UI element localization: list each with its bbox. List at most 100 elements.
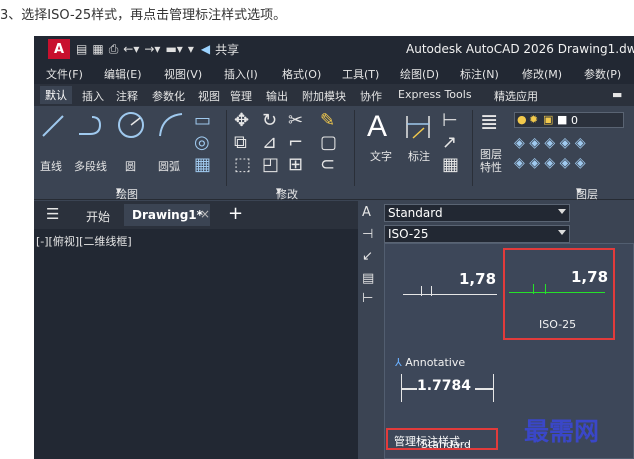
tab-view[interactable]: 视图 — [198, 88, 220, 104]
offset-tool-icon[interactable]: ⊂ — [320, 156, 335, 174]
undo-icon[interactable]: ←▾ — [123, 42, 139, 56]
circle-tool-icon[interactable] — [116, 110, 146, 140]
rectangle-tool-icon[interactable]: ▭ — [194, 112, 211, 130]
tab-featured-apps[interactable]: 精选应用 — [494, 88, 538, 104]
tab-drawing1-label[interactable]: Drawing1* — [132, 208, 203, 222]
menu-draw[interactable]: 绘图(D) — [400, 66, 439, 82]
menu-hamburger-icon[interactable]: ☰ — [46, 205, 59, 223]
tab-annotate[interactable]: 注释 — [116, 88, 138, 104]
dim-style-iso25[interactable]: 1,78 ISO-25 — [503, 248, 615, 340]
array-tool-icon[interactable]: ⊞ — [288, 156, 303, 174]
trim-tool-icon[interactable]: ✂ — [288, 112, 303, 130]
rotate-tool-icon[interactable]: ↻ — [262, 112, 277, 130]
dim-style-name: ⅄ Annotative — [395, 356, 466, 369]
menu-modify[interactable]: 修改(M) — [522, 66, 562, 82]
tab-start[interactable]: 开始 — [86, 208, 110, 225]
share-icon[interactable]: ◀ — [201, 42, 210, 56]
redo-icon[interactable]: →▾ — [144, 42, 160, 56]
circle-tool-label[interactable]: 圆 — [125, 158, 136, 174]
ribbon-group-labels: 绘图 ▾ 修改 ▾ 图层 ▾ — [34, 182, 634, 201]
copy-tool-icon[interactable]: ⧉ — [234, 134, 247, 152]
leader-icon[interactable]: ↗ — [442, 134, 457, 152]
menu-format[interactable]: 格式(O) — [282, 66, 321, 82]
text-tool-label[interactable]: 文字 — [370, 148, 392, 164]
multileader-style-icon[interactable]: ↙ — [362, 249, 373, 264]
drawing-canvas[interactable]: [-][俯视][二维线框] — [34, 229, 358, 459]
menu-edit[interactable]: 编辑(E) — [104, 66, 142, 82]
table-icon[interactable]: ▦ — [442, 156, 459, 174]
color-swatch-icon: ■ — [557, 113, 568, 126]
move-tool-icon[interactable]: ✥ — [234, 112, 249, 130]
hatch-tool-icon[interactable]: ◎ — [194, 134, 210, 152]
text-style-dropdown[interactable]: Standard — [384, 204, 570, 222]
menu-file[interactable]: 文件(F) — [46, 66, 83, 82]
title-bar: A ▤ ▦ ⎙ ←▾ →▾ ▬▾ ▾ ◀ 共享 Autodesk AutoCAD… — [34, 36, 634, 62]
explode-tool-icon[interactable]: ▢ — [320, 134, 337, 152]
arc-tool-icon[interactable] — [156, 110, 186, 140]
group-layer-label[interactable]: 图层 ▾ — [576, 184, 598, 201]
text-style-icon[interactable]: A — [362, 205, 371, 220]
dim-style-row: ISO-25 — [382, 224, 634, 244]
quick-access-toolbar: ▤ ▦ ⎙ ←▾ →▾ ▬▾ ▾ ◀ 共享 — [76, 41, 239, 58]
text-tool-icon[interactable]: A — [367, 110, 387, 144]
menu-dimension[interactable]: 标注(N) — [460, 66, 499, 82]
tab-manage[interactable]: 管理 — [230, 88, 252, 104]
dim-style-annotative[interactable]: 1,78 ⅄ Annotative — [391, 250, 499, 370]
folder-icon[interactable]: ▬▾ — [165, 42, 182, 56]
polyline-tool-icon[interactable] — [76, 112, 106, 140]
save-icon[interactable]: ▦ — [92, 42, 103, 56]
dim-style-icon[interactable]: ⊣ — [362, 227, 373, 242]
table-tool-icon[interactable]: ▦ — [194, 156, 211, 174]
stretch-tool-icon[interactable]: ⬚ — [234, 156, 251, 174]
polyline-tool-label[interactable]: 多段线 — [74, 158, 107, 174]
print-icon[interactable]: ⎙ — [109, 42, 119, 57]
menu-parametric[interactable]: 参数(P) — [584, 66, 621, 82]
dim-style-dropdown[interactable]: ISO-25 — [384, 225, 570, 243]
menu-tools[interactable]: 工具(T) — [342, 66, 379, 82]
instruction-caption: 3、选择ISO-25样式，再点击管理标注样式选项。 — [0, 8, 287, 23]
annotative-icon: ⅄ — [395, 356, 402, 369]
viewport-label[interactable]: [-][俯视][二维线框] — [36, 233, 132, 249]
manage-dim-styles-button[interactable]: 管理标注样式... — [386, 428, 498, 450]
document-tabs: ☰ 开始 Drawing1* × + — [34, 201, 358, 229]
menu-insert[interactable]: 插入(I) — [224, 66, 258, 82]
linear-dim-icon[interactable]: ⊢ — [442, 112, 458, 130]
mirror-tool-icon[interactable]: ⊿ — [262, 134, 277, 152]
autocad-logo[interactable]: A — [48, 39, 70, 59]
scale-tool-icon[interactable]: ◰ — [262, 156, 279, 174]
dimension-tool-label[interactable]: 标注 — [408, 148, 430, 164]
tab-insert[interactable]: 插入 — [82, 88, 104, 104]
dim-value: 1,78 — [459, 270, 497, 288]
ribbon-toggle-icon[interactable]: ▬ — [612, 88, 622, 101]
erase-tool-icon[interactable]: ✎ — [320, 112, 335, 130]
tab-close-icon[interactable]: × — [200, 207, 210, 221]
layer-properties-icon[interactable]: ≣ — [480, 112, 498, 134]
tab-addins[interactable]: 附加模块 — [302, 88, 346, 104]
layer-tools-row2-icon[interactable]: ◈ ◈ ◈ ◈ ◈ — [514, 156, 586, 170]
table-style-icon[interactable]: ▤ — [362, 271, 374, 286]
share-label[interactable]: 共享 — [215, 41, 239, 58]
line-tool-label[interactable]: 直线 — [40, 158, 62, 174]
fillet-tool-icon[interactable]: ⌐ — [288, 134, 303, 152]
open-icon[interactable]: ▤ — [76, 42, 87, 56]
watermark-logo: 最需网 — [524, 417, 600, 446]
dim-style-name: ISO-25 — [539, 318, 577, 331]
tab-output[interactable]: 输出 — [266, 88, 288, 104]
new-tab-icon[interactable]: + — [228, 203, 243, 224]
layer-dropdown[interactable]: ● ✹ ▣ ■ 0 — [514, 112, 624, 128]
group-modify-label[interactable]: 修改 ▾ — [276, 184, 298, 201]
group-draw-label[interactable]: 绘图 ▾ — [116, 184, 138, 201]
tab-parametric[interactable]: 参数化 — [152, 88, 185, 104]
menu-view[interactable]: 视图(V) — [164, 66, 202, 82]
dimension-tool-icon[interactable] — [404, 112, 432, 142]
window-title: Autodesk AutoCAD 2026 Drawing1.dwg — [406, 42, 634, 56]
arc-tool-label[interactable]: 圆弧 — [158, 158, 180, 174]
customize-icon[interactable]: ▾ — [188, 42, 194, 56]
layer-properties-label[interactable]: 图层 特性 — [480, 148, 502, 174]
line-tool-icon[interactable] — [40, 112, 66, 140]
tab-express-tools[interactable]: Express Tools — [398, 88, 472, 101]
layer-tools-row1-icon[interactable]: ◈ ◈ ◈ ◈ ◈ — [514, 136, 586, 150]
tab-collaborate[interactable]: 协作 — [360, 88, 382, 104]
tolerance-icon[interactable]: ⊢ — [362, 291, 373, 306]
tab-home[interactable]: 默认 — [40, 86, 72, 104]
